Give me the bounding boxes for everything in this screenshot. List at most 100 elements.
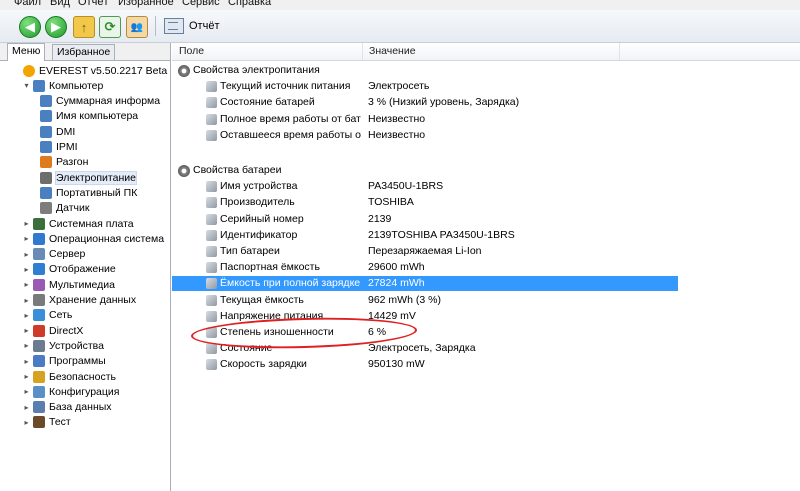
tree-item[interactable]: Портативный ПК [40,185,137,200]
tree-item[interactable]: ▸ Устройства [22,338,104,353]
details-header: Поле Значение [172,43,800,61]
tree-item[interactable]: ▸ Системная плата [22,216,134,231]
expand-toggle-icon[interactable]: ▸ [22,250,31,259]
field-value: Перезаряжаемая Li-Ion [368,245,482,257]
table-row[interactable]: Оставшееся время работы от ... Неизвестно [172,128,800,143]
tree-item-label: Датчик [56,202,90,215]
tree-item[interactable]: ▸ Сеть [22,308,72,323]
expand-toggle-icon[interactable]: ▸ [22,296,31,305]
table-row[interactable]: Имя устройства PA3450U-1BRS [172,179,800,194]
expand-toggle-icon[interactable]: ▸ [22,280,31,289]
menu-report[interactable]: Отчёт [78,0,108,8]
field-name: Производитель [220,196,295,209]
field-value: 3 % (Низкий уровень, Зарядка) [368,96,520,109]
table-row[interactable]: Идентификатор 2139TOSHIBA PA3450U-1BRS [172,228,800,243]
tree-item[interactable]: ▸ Конфигурация [22,384,119,399]
tree-item[interactable]: ▸ Сервер [22,247,85,262]
expand-toggle-icon[interactable]: ▸ [22,418,31,427]
field-name: Текущая ёмкость [220,293,304,306]
navigation-panel: Меню Избранное EVEREST v5.50.2217 Beta ▾ К… [0,43,171,491]
details-panel: Поле Значение Свойства электропитания Тек… [172,43,800,491]
field-value: TOSHIBA [368,196,414,209]
field-value: Электросеть, Зарядка [368,342,476,355]
expand-toggle-icon[interactable]: ▸ [22,311,31,320]
expand-toggle-icon[interactable]: ▸ [22,403,31,412]
table-row[interactable]: Полное время работы от бата... Неизвестно [172,112,800,127]
field-name: Тип батареи [220,245,280,257]
property-icon [206,129,217,141]
property-icon [206,181,217,193]
tree-item[interactable]: Имя компьютера [40,109,138,124]
tree-item[interactable]: ▸ Хранение данных [22,293,136,308]
tree-item[interactable]: Датчик [40,201,89,216]
group-header[interactable]: Свойства батареи [172,163,800,178]
field-name: Имя устройства [220,180,298,193]
property-icon [206,246,217,257]
users-icon[interactable]: 👥 [126,16,148,38]
group-header[interactable]: Свойства электропитания [172,63,800,78]
expand-toggle-icon[interactable]: ▸ [22,234,31,243]
menu-service[interactable]: Сервис [182,0,220,8]
test-icon [33,416,45,429]
menu-view[interactable]: Вид [50,0,70,8]
table-row[interactable]: Серийный номер 2139 [172,212,800,227]
tree-item-label: Имя компьютера [56,110,139,123]
table-row[interactable]: Состояние батарей 3 % (Низкий уровень, За… [172,95,800,110]
tree-item[interactable]: ▸ Операционная система [22,231,164,246]
expand-toggle-icon[interactable]: ▸ [22,341,31,350]
column-header-value[interactable]: Значение [362,43,620,60]
table-row[interactable]: Скорость зарядки 950130 mW [172,357,800,372]
tree-item-label: EVEREST v5.50.2217 Beta [39,64,168,77]
table-row[interactable]: Текущий источник питания Электросеть [172,79,800,94]
tree-item[interactable]: Электропитание [40,170,137,185]
table-row[interactable]: Производитель TOSHIBA [172,195,800,210]
tree-item[interactable]: ▸ Мультимедиа [22,277,115,292]
collapse-toggle-icon[interactable]: ▾ [22,81,31,90]
tree-item[interactable]: ▸ DirectX [22,323,83,338]
property-icon [206,113,217,125]
tree-item-label: Программы [49,355,106,368]
motherboard-icon [33,217,45,230]
tree-item[interactable]: ▸ База данных [22,400,112,415]
table-row[interactable]: Тип батареи Перезаряжаемая Li-Ion [172,244,800,259]
tree-item-label: Тест [49,416,71,429]
menu-file[interactable]: Файл [14,0,41,8]
expand-toggle-icon[interactable]: ▸ [22,357,31,366]
tree-item[interactable]: ▸ Безопасность [22,369,116,384]
database-icon [33,401,45,414]
menu-favorites[interactable]: Избранное [118,0,174,8]
expand-toggle-icon[interactable]: ▸ [22,265,31,274]
report-button[interactable]: Отчёт [164,16,219,36]
up-folder-icon[interactable]: ↑ [73,16,95,38]
tree-item[interactable]: EVEREST v5.50.2217 Beta [12,63,167,78]
tree-item-label: DMI [56,125,76,138]
tab-favorites[interactable]: Избранное [52,44,116,60]
tree-item[interactable]: ▸ Отображение [22,262,116,277]
tree-item[interactable]: Разгон [40,155,88,170]
tree-item[interactable]: ▸ Программы [22,354,106,369]
table-row[interactable]: Ёмкость при полной зарядке 27824 mWh [172,276,678,292]
expand-toggle-icon[interactable]: ▸ [22,326,31,335]
computer-name-icon [40,110,52,123]
tree-item[interactable]: ▾ Компьютер [22,78,103,93]
expand-toggle-icon[interactable]: ▸ [22,387,31,396]
tree-item[interactable]: ▸ Тест [22,415,71,430]
tab-menu[interactable]: Меню [7,43,46,61]
tree-item[interactable]: IPMI [40,140,78,155]
back-arrow-icon[interactable]: ◀ [19,16,41,38]
menu-help[interactable]: Справка [228,0,271,8]
programs-icon [33,355,45,368]
tree-item[interactable]: DMI [40,124,75,139]
refresh-icon[interactable]: ⟳ [99,16,121,38]
power-icon [40,171,52,184]
forward-arrow-icon[interactable]: ▶ [45,16,67,38]
expand-toggle-icon[interactable]: ▸ [22,219,31,228]
column-header-field[interactable]: Поле [172,43,363,60]
report-button-label: Отчёт [189,20,220,32]
table-row[interactable]: Паспортная ёмкость 29600 mWh [172,260,800,275]
tree-item[interactable]: Суммарная информа [40,94,160,109]
expand-toggle-icon[interactable]: ▸ [22,372,31,381]
table-row[interactable]: Текущая ёмкость 962 mWh (3 %) [172,293,800,308]
property-icon [206,278,217,290]
tree-item-label: Электропитание [55,170,137,185]
